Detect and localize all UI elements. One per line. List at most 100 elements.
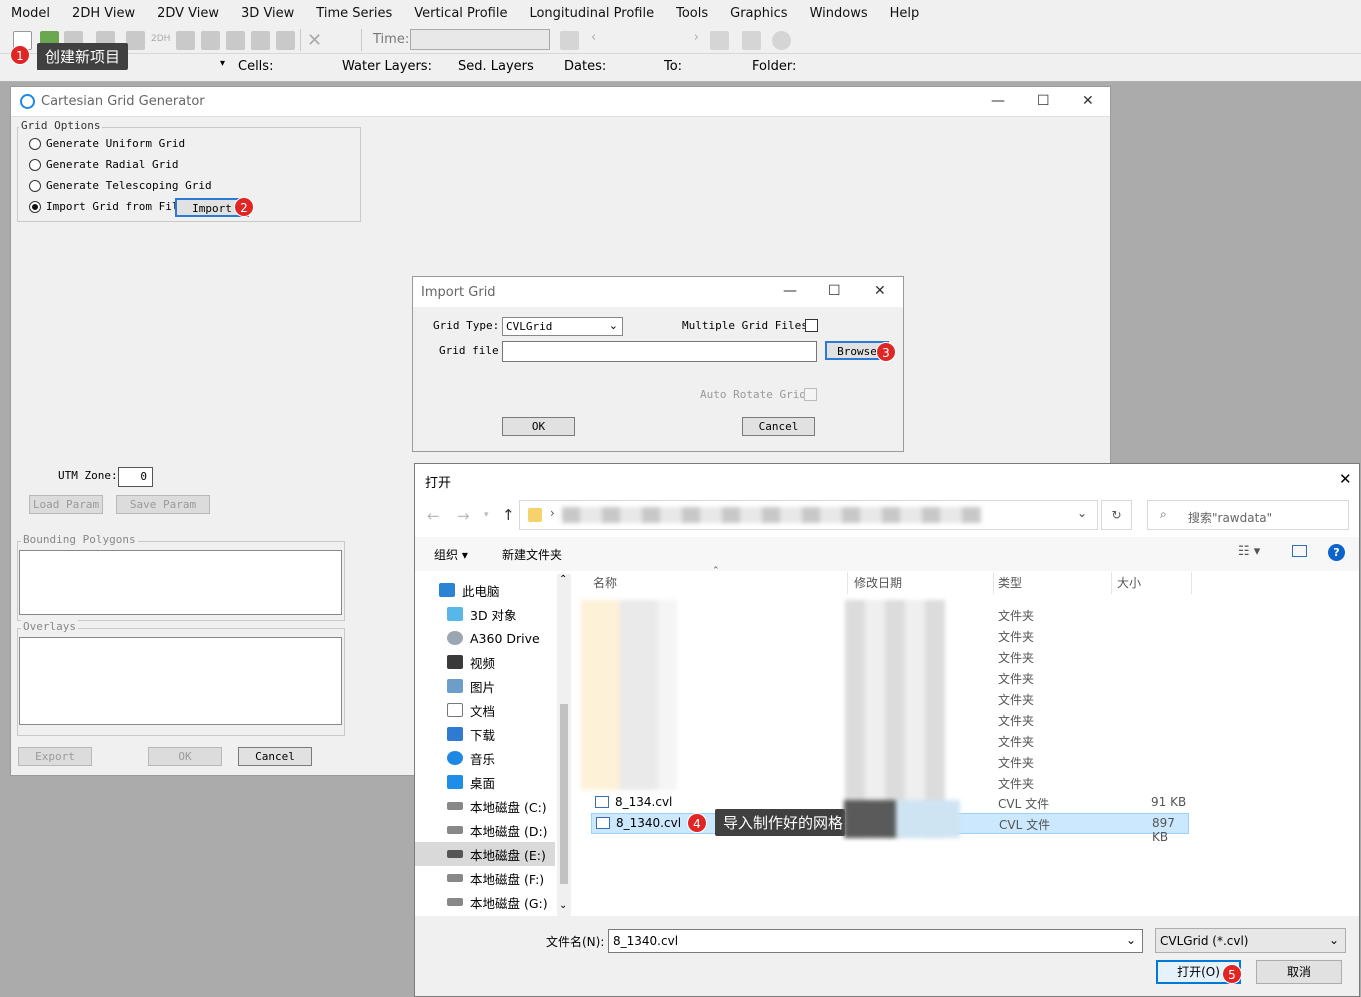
nav-drive-f[interactable]: 本地磁盘 (F:) [415, 866, 555, 890]
address-bar[interactable]: › ⌄ [519, 500, 1098, 530]
nav-downloads[interactable]: 下载 [415, 722, 555, 746]
settings-icon[interactable] [772, 31, 791, 50]
utm-zone-input[interactable]: 0 [118, 467, 153, 487]
help-icon[interactable]: ? [1328, 544, 1345, 561]
nav-documents[interactable]: 文档 [415, 698, 555, 722]
2dh-icon[interactable]: 2DH [151, 34, 170, 44]
menu-model[interactable]: Model [0, 6, 61, 21]
back-icon[interactable]: ← [427, 507, 440, 525]
cgg-cancel-button[interactable]: Cancel [238, 747, 312, 766]
cgg-ok-button[interactable]: OK [148, 747, 222, 766]
refresh-icon[interactable]: ↻ [1101, 500, 1132, 530]
menu-help[interactable]: Help [879, 6, 931, 21]
tools-icon[interactable]: ✕ [307, 30, 322, 51]
menu-2dh-view[interactable]: 2DH View [61, 6, 146, 21]
layers-icon[interactable] [276, 31, 295, 50]
radio-import[interactable] [29, 201, 41, 213]
menu-graphics[interactable]: Graphics [719, 6, 798, 21]
filename-input[interactable]: 8_1340.cvl ⌄ [608, 929, 1143, 953]
menu-tools[interactable]: Tools [665, 6, 719, 21]
forward-icon[interactable]: → [457, 507, 470, 525]
new-folder-button[interactable]: 新建文件夹 [502, 546, 562, 563]
nav-music[interactable]: 音乐 [415, 746, 555, 770]
ig-ok-button[interactable]: OK [502, 417, 575, 436]
folder-type: 文件夹 [998, 735, 1035, 749]
radio-radial[interactable] [29, 159, 41, 171]
grid-type-select[interactable]: CVLGrid ⌄ [502, 317, 623, 336]
view-options-icon[interactable]: ☷ ▾ [1238, 544, 1260, 559]
nav-drive-e[interactable]: 本地磁盘 (E:) [415, 842, 555, 866]
menu-longitudinal-profile[interactable]: Longitudinal Profile [518, 6, 665, 21]
organize-button[interactable]: 组织 ▾ [434, 546, 468, 563]
search-box[interactable]: ⌕ 搜索"rawdata" [1147, 500, 1349, 530]
time-slider[interactable]: ‹ › [585, 30, 705, 50]
up-icon[interactable]: ↑ [502, 506, 515, 524]
overlays-list[interactable] [19, 637, 342, 725]
layer-icon[interactable] [176, 31, 195, 50]
nav-drive-d[interactable]: 本地磁盘 (D:) [415, 818, 555, 842]
profile-icon[interactable] [251, 31, 270, 50]
folder-icon [528, 508, 542, 522]
ig-close-icon[interactable]: ✕ [874, 283, 886, 299]
first-frame-icon[interactable] [560, 31, 579, 50]
ig-cancel-button[interactable]: Cancel [742, 417, 815, 436]
recent-chevron-icon[interactable]: ▾ [484, 510, 489, 520]
nav-desktop[interactable]: 桌面 [415, 770, 555, 794]
export-button[interactable]: Export [18, 747, 92, 766]
chart-line-icon[interactable] [226, 31, 245, 50]
nav-this-pc[interactable]: 此电脑 [415, 578, 555, 602]
step-badge-3: 3 [876, 342, 896, 362]
save-param-button[interactable]: Save Param [116, 495, 210, 514]
nav-scroll-thumb[interactable] [560, 704, 568, 884]
filename-value: 8_1340.cvl [613, 934, 679, 948]
nav-videos[interactable]: 视频 [415, 650, 555, 674]
fd-close-icon[interactable]: ✕ [1339, 470, 1352, 488]
col-date[interactable]: 修改日期 [854, 574, 902, 591]
col-size[interactable]: 大小 [1117, 574, 1141, 591]
filename-dropdown-icon[interactable]: ⌄ [1126, 933, 1136, 947]
minimize-icon[interactable]: — [991, 93, 1005, 109]
play-icon[interactable] [742, 31, 761, 50]
preview-pane-icon[interactable] [1292, 545, 1307, 557]
grid-file-input[interactable] [502, 341, 817, 362]
menu-vertical-profile[interactable]: Vertical Profile [403, 6, 518, 21]
cancel-button[interactable]: 取消 [1256, 960, 1342, 984]
nav-drive-g[interactable]: 本地磁盘 (G:) [415, 890, 555, 914]
bounding-polygons-list[interactable] [19, 550, 342, 615]
close-icon[interactable]: ✕ [1082, 93, 1094, 109]
col-type[interactable]: 类型 [998, 574, 1022, 591]
scroll-down-icon[interactable]: ⌄ [559, 900, 567, 911]
file-type-filter[interactable]: CVLGrid (*.cvl) ⌄ [1155, 928, 1346, 953]
radio-telescoping[interactable] [29, 180, 41, 192]
nav-pictures[interactable]: 图片 [415, 674, 555, 698]
radio-uniform[interactable] [29, 138, 41, 150]
menu-windows[interactable]: Windows [799, 6, 879, 21]
model-dropdown-icon[interactable]: ▾ [220, 58, 225, 69]
time-input[interactable] [410, 29, 550, 50]
search-placeholder: 搜索"rawdata" [1188, 511, 1273, 525]
file-name: 8_1340.cvl [616, 816, 682, 830]
cvl-file-icon [596, 817, 610, 829]
ig-maximize-icon[interactable]: ☐ [828, 283, 841, 299]
auto-rotate-checkbox[interactable] [804, 388, 817, 401]
address-dropdown-icon[interactable]: ⌄ [1077, 506, 1087, 520]
menu-2dv-view[interactable]: 2DV View [146, 6, 230, 21]
label-radial: Generate Radial Grid [46, 158, 179, 171]
scroll-up-icon[interactable]: ⌃ [559, 574, 567, 585]
ig-minimize-icon[interactable]: — [783, 283, 797, 299]
last-frame-icon[interactable] [710, 31, 729, 50]
maximize-icon[interactable]: ☐ [1037, 93, 1050, 109]
load-param-button[interactable]: Load Param [29, 495, 103, 514]
multiple-grid-files-checkbox[interactable] [805, 319, 818, 332]
cube-icon[interactable] [201, 31, 220, 50]
nav-scrollbar[interactable]: ⌃ ⌄ [557, 574, 571, 916]
menu-time-series[interactable]: Time Series [305, 6, 403, 21]
col-name[interactable]: 名称 [593, 574, 617, 591]
menu-3d-view[interactable]: 3D View [230, 6, 305, 21]
nav-a360-drive[interactable]: A360 Drive [415, 626, 555, 650]
tooltip-import-grid: 导入制作好的网格 [715, 809, 845, 836]
label-uniform: Generate Uniform Grid [46, 137, 186, 150]
nav-3d-objects[interactable]: 3D 对象 [415, 602, 555, 626]
grid-icon[interactable] [126, 31, 145, 50]
nav-drive-c[interactable]: 本地磁盘 (C:) [415, 794, 555, 818]
